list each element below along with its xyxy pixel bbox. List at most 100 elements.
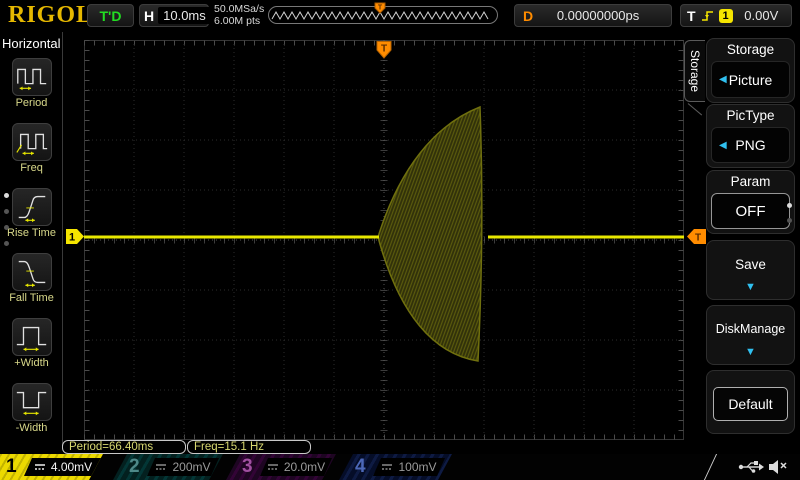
menu-item-rise-time[interactable]: Rise Time xyxy=(0,188,63,239)
rigol-logo: RIGOL xyxy=(8,2,94,28)
sample-rate: 50.0MSa/s xyxy=(214,3,265,15)
right-menu-tab[interactable]: Storage xyxy=(684,40,705,102)
speaker-muted-icon xyxy=(769,460,787,474)
softkey-label: Storage xyxy=(726,42,775,57)
channel-number: 2 xyxy=(129,456,140,477)
timebase-value: 10.0ms xyxy=(158,7,211,24)
left-menu-page-dot-active xyxy=(4,193,9,198)
softkey-param[interactable]: Param OFF xyxy=(706,170,795,234)
freq-icon xyxy=(11,123,52,161)
channel-scale: 20.0mV xyxy=(283,460,326,474)
softkey-value: PNG xyxy=(735,137,766,153)
tab-notch-line xyxy=(687,103,703,116)
softkey-label: PicType xyxy=(726,108,775,123)
svg-text:T: T xyxy=(378,5,383,12)
measurement-frequency-text: Freq=15.1 Hz xyxy=(194,441,264,453)
plus-width-icon xyxy=(11,318,52,356)
softkey-label: Default xyxy=(728,396,773,412)
horizontal-timebase-box[interactable]: H 10.0ms xyxy=(139,4,211,27)
right-menu-page-dot-active xyxy=(787,203,792,208)
trigger-position-marker[interactable]: T xyxy=(376,41,392,59)
channel4-status[interactable]: 4 100mV xyxy=(339,454,452,480)
delay-label: D xyxy=(523,7,534,24)
menu-item-label: +Width xyxy=(14,357,49,369)
menu-item-period[interactable]: Period xyxy=(0,58,63,109)
trigger-level-marker[interactable]: T xyxy=(686,229,706,244)
period-icon xyxy=(11,58,52,96)
dc-coupling-icon xyxy=(155,462,167,472)
trigger-status-text: T'D xyxy=(99,7,122,24)
trigger-delay-box[interactable]: D 0.00000000ps xyxy=(514,4,672,27)
down-arrow-icon: ▼ xyxy=(745,281,756,293)
softkey-default[interactable]: Default xyxy=(706,370,795,434)
svg-text:1: 1 xyxy=(69,232,75,244)
menu-item-label: Freq xyxy=(20,162,43,174)
menu-item-minus-width[interactable]: -Width xyxy=(0,383,63,434)
menu-item-plus-width[interactable]: +Width xyxy=(0,318,63,369)
channel3-status[interactable]: 3 20.0mV xyxy=(226,454,336,480)
menu-item-freq[interactable]: Freq xyxy=(0,123,63,174)
channel2-status[interactable]: 2 200mV xyxy=(113,454,223,480)
delay-value: 0.00000000ps xyxy=(556,8,640,23)
softkey-storage-type[interactable]: Storage ◀ Picture xyxy=(706,38,795,103)
softkey-label: Param xyxy=(730,174,771,189)
measurement-period: Period=66.40ms xyxy=(62,440,186,454)
channel1-status[interactable]: 1 4.00mV xyxy=(0,454,103,480)
right-menu-page-dot xyxy=(787,218,792,223)
status-separator xyxy=(703,454,718,480)
right-menu-tab-label: Storage xyxy=(688,49,702,93)
minus-width-icon xyxy=(11,383,52,421)
channel-scale: 100mV xyxy=(398,460,437,474)
trigger-level-value: 0.00V xyxy=(744,8,779,23)
burst-envelope xyxy=(377,105,483,362)
softkey-label: DiskManage xyxy=(715,322,786,336)
softkey-value: OFF xyxy=(735,202,766,220)
trigger-source-badge: 1 xyxy=(718,8,733,23)
oscilloscope-screen: RIGOL T'D H 10.0ms 50.0MSa/s 6.00M pts T… xyxy=(0,0,800,480)
channel1-level-marker[interactable]: 1 xyxy=(66,229,85,244)
thumbnail-trigger-position-icon[interactable]: T xyxy=(374,2,386,14)
fall-time-icon xyxy=(11,253,52,291)
left-arrow-icon: ◀ xyxy=(719,139,727,151)
menu-item-label: -Width xyxy=(15,422,48,434)
svg-text:T: T xyxy=(381,44,387,55)
softkey-value: Picture xyxy=(728,71,773,88)
left-menu-page-dot xyxy=(4,209,9,214)
channel-scale: 4.00mV xyxy=(50,460,93,474)
menu-item-label: Fall Time xyxy=(9,292,54,304)
trigger-label: T xyxy=(687,7,696,24)
channel-number: 4 xyxy=(355,456,366,477)
rising-edge-trigger-icon xyxy=(701,10,713,21)
menu-item-fall-time[interactable]: Fall Time xyxy=(0,253,63,304)
svg-text:T: T xyxy=(695,233,701,244)
menu-item-label: Rise Time xyxy=(7,227,56,239)
menu-item-label: Period xyxy=(15,97,48,109)
measurement-frequency: Freq=15.1 Hz xyxy=(187,440,311,454)
softkey-save[interactable]: Save ▼ xyxy=(706,240,795,300)
left-menu-horizontal: Horizontal Period Freq Rise Time Fall Ti… xyxy=(0,32,63,445)
trigger-status-badge: T'D xyxy=(87,4,134,27)
softkey-pictype[interactable]: PicType ◀ PNG xyxy=(706,104,795,168)
trigger-settings-box[interactable]: T 1 0.00V xyxy=(680,4,792,27)
acquisition-info: 50.0MSa/s 6.00M pts xyxy=(214,3,264,27)
dc-coupling-icon xyxy=(267,462,279,472)
usb-icon xyxy=(738,461,764,473)
softkey-label: Save xyxy=(735,257,766,272)
dc-coupling-icon xyxy=(381,462,393,472)
down-arrow-icon: ▼ xyxy=(745,346,756,358)
left-arrow-icon: ◀ xyxy=(719,74,727,85)
graticule-area xyxy=(84,40,684,440)
left-menu-page-dot xyxy=(4,241,9,246)
left-menu-title: Horizontal xyxy=(2,36,61,51)
softkey-diskmanage[interactable]: DiskManage ▼ xyxy=(706,305,795,365)
measurement-period-text: Period=66.40ms xyxy=(69,441,154,453)
dc-coupling-icon xyxy=(34,462,46,472)
channel-number: 3 xyxy=(242,456,253,477)
left-menu-page-dot xyxy=(4,225,9,230)
channel-status-bar: 1 4.00mV 2 200mV 3 20.0mV 4 100mV xyxy=(0,454,800,480)
memory-depth: 6.00M pts xyxy=(214,15,261,27)
horizontal-label: H xyxy=(144,7,155,24)
channel-number: 1 xyxy=(6,456,17,477)
rise-time-icon xyxy=(11,188,52,226)
channel1-waveform-trace xyxy=(84,105,684,362)
